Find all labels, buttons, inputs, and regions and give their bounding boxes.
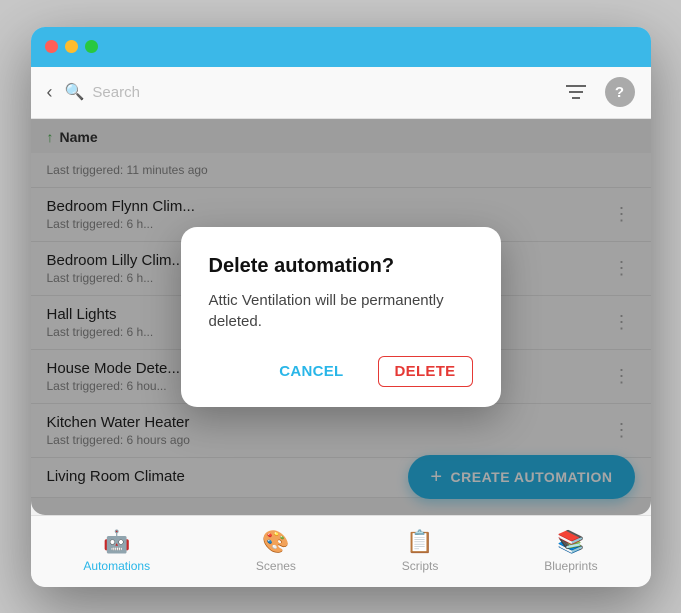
nav-item-blueprints[interactable]: 📚 Blueprints <box>528 523 613 579</box>
dialog-overlay: Delete automation? Attic Ventilation wil… <box>31 119 651 515</box>
app-window: ‹ 🔍 Search ? ↑ Name <box>31 27 651 587</box>
dialog-body: Attic Ventilation will be permanently de… <box>209 290 473 332</box>
nav-item-automations[interactable]: 🤖 Automations <box>67 523 166 579</box>
back-button[interactable]: ‹ <box>47 82 53 103</box>
nav-item-scripts[interactable]: 📋 Scripts <box>386 523 455 579</box>
app-header: ‹ 🔍 Search ? <box>31 67 651 119</box>
cancel-button[interactable]: CANCEL <box>269 356 353 387</box>
dialog-title: Delete automation? <box>209 255 473 278</box>
dialog-actions: CANCEL DELETE <box>209 356 473 387</box>
scenes-icon: 🎨 <box>262 529 289 555</box>
search-bar[interactable]: 🔍 Search <box>65 82 549 102</box>
header-actions: ? <box>561 77 635 107</box>
traffic-lights <box>45 40 98 53</box>
maximize-button[interactable] <box>85 40 98 53</box>
blueprints-icon: 📚 <box>557 529 584 555</box>
filter-icon[interactable] <box>561 77 591 107</box>
scenes-label: Scenes <box>256 559 296 573</box>
search-placeholder: Search <box>92 84 140 101</box>
automations-label: Automations <box>83 559 150 573</box>
search-icon: 🔍 <box>65 82 85 102</box>
help-icon[interactable]: ? <box>605 77 635 107</box>
close-button[interactable] <box>45 40 58 53</box>
delete-dialog: Delete automation? Attic Ventilation wil… <box>181 227 501 407</box>
automations-icon: 🤖 <box>103 529 130 555</box>
nav-item-scenes[interactable]: 🎨 Scenes <box>240 523 312 579</box>
scripts-icon: 📋 <box>406 529 433 555</box>
scripts-label: Scripts <box>402 559 439 573</box>
content-area: ↑ Name Last triggered: 11 minutes ago Be… <box>31 119 651 515</box>
title-bar <box>31 27 651 67</box>
blueprints-label: Blueprints <box>544 559 597 573</box>
back-icon: ‹ <box>47 82 53 103</box>
delete-button[interactable]: DELETE <box>378 356 473 387</box>
minimize-button[interactable] <box>65 40 78 53</box>
bottom-navigation: 🤖 Automations 🎨 Scenes 📋 Scripts 📚 Bluep… <box>31 515 651 587</box>
